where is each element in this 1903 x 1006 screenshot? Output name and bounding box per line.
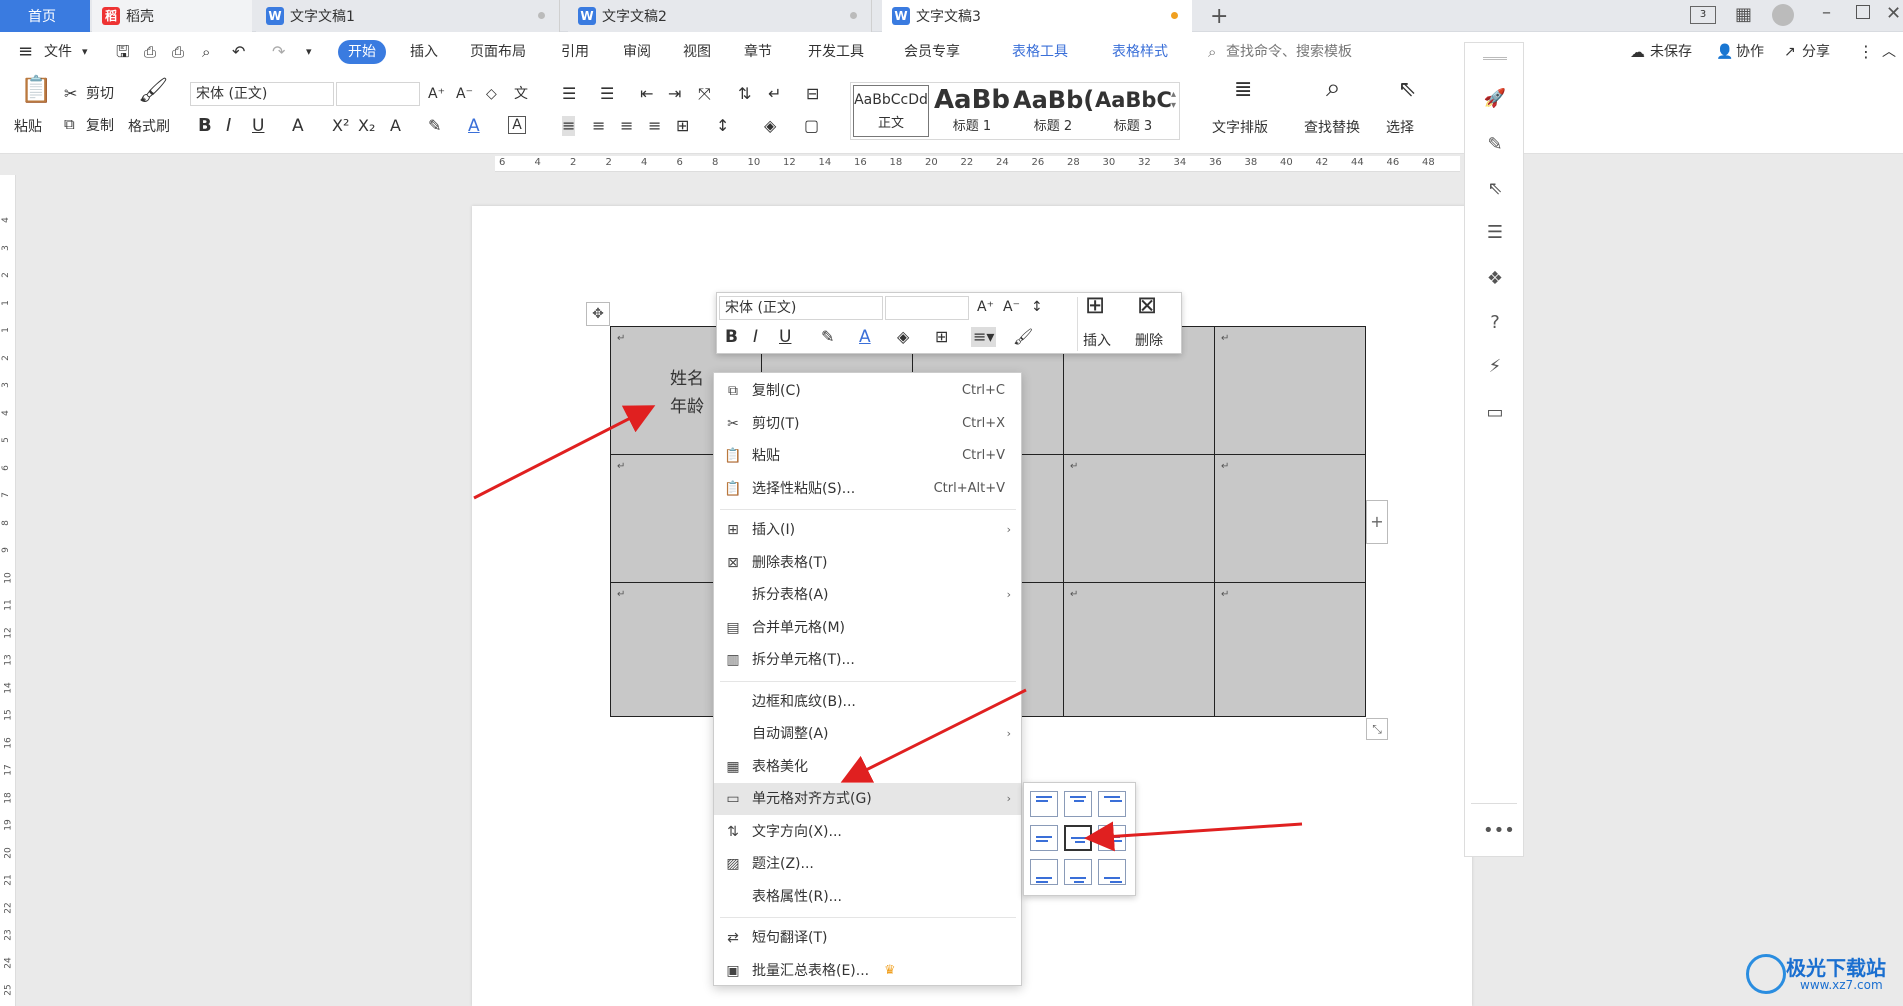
annotation-arrows (473, 405, 1303, 852)
watermark-name: 极光下载站 (1786, 956, 1886, 980)
watermark-logo (1746, 954, 1786, 994)
arrow-to-cell-text (473, 405, 656, 500)
arrow-to-center-align (1084, 821, 1303, 852)
watermark-url: www.xz7.com (1800, 978, 1883, 992)
arrow-to-align-menu (840, 688, 1027, 783)
